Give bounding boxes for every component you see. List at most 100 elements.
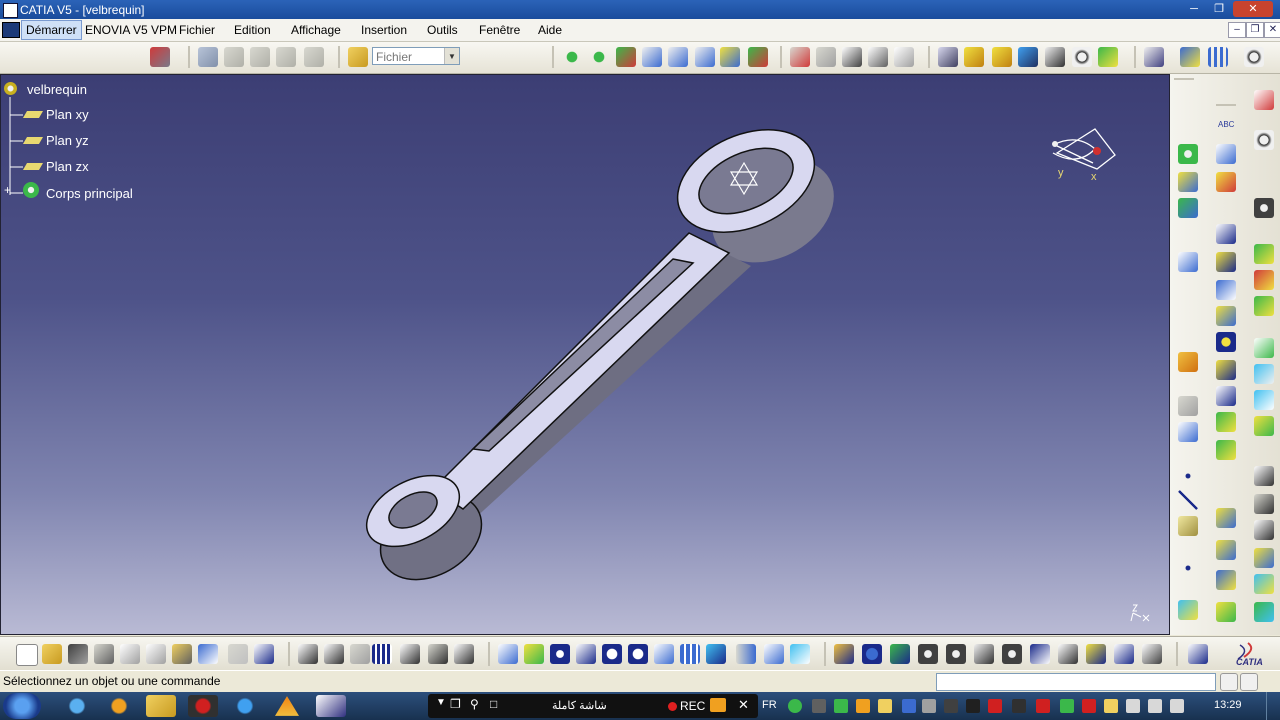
tray-antivirus-icon[interactable] [1082,699,1096,713]
volume-icon[interactable] [1170,699,1184,713]
grid-plain-icon[interactable] [1142,644,1162,664]
rules-icon[interactable] [250,47,270,67]
catia-app-icon[interactable] [3,3,18,18]
sketch-plane-icon[interactable] [1178,422,1198,442]
replace-face-icon[interactable] [1254,416,1274,436]
hide-show-icon[interactable] [790,47,810,67]
gears-icon[interactable] [1002,644,1022,664]
translate-icon[interactable] [1254,466,1274,486]
rotate-icon[interactable] [1254,494,1274,514]
constraint-icon[interactable] [616,47,636,67]
mirror-icon[interactable] [1216,412,1236,432]
symmetry-icon[interactable] [1254,520,1274,540]
pan-icon[interactable] [550,644,570,664]
camera-icon[interactable] [710,698,726,712]
properties-icon[interactable] [842,47,862,67]
new-document-icon[interactable] [16,644,38,666]
network-icon[interactable] [1148,699,1162,713]
close-recorder-icon[interactable]: ✕ [738,697,749,713]
shell-icon[interactable] [1254,338,1274,358]
analysis-icon[interactable] [1180,47,1200,67]
search-icon[interactable]: ⚲ [470,697,479,711]
thread-icon[interactable] [1254,364,1274,384]
wireframe-icon[interactable] [1045,47,1065,67]
zoom-area-icon[interactable] [1244,47,1264,67]
axis-system-icon[interactable] [1216,570,1236,590]
menu-insertion[interactable]: Insertion [361,23,407,37]
tray-app-icon[interactable] [788,699,802,713]
user-pattern-icon[interactable] [1254,548,1274,568]
ie-icon[interactable] [62,695,92,717]
angle-icon[interactable] [668,47,688,67]
point-icon[interactable] [1178,466,1198,486]
knowledge-icon[interactable] [224,47,244,67]
document-icon[interactable] [2,22,20,38]
zoom-in-icon[interactable] [602,644,622,664]
stamp-icon[interactable] [1086,644,1106,664]
hole-icon[interactable] [1216,306,1236,326]
undo-icon[interactable] [198,644,218,664]
split-icon[interactable] [1216,386,1236,406]
recorder-icon[interactable] [188,695,218,717]
line-icon[interactable] [1178,490,1198,510]
sketch-arrow-icon[interactable] [1216,144,1236,164]
bluetooth-icon[interactable] [902,699,916,713]
scaling-icon[interactable] [1216,508,1236,528]
swap-icon[interactable] [816,47,836,67]
menu-affichage[interactable]: Affichage [291,23,341,37]
formula-icon[interactable] [298,644,318,664]
catia-taskbar-icon[interactable] [316,695,346,717]
iso-view-icon[interactable] [706,644,726,664]
grid-icon[interactable] [1208,47,1228,67]
gear-secondary-icon[interactable] [946,644,966,664]
menu-fichier[interactable]: Fichier [179,23,215,37]
tray-settings-icon[interactable] [944,699,958,713]
rec-label[interactable]: REC [680,699,705,713]
doc-restore-icon[interactable]: ❐ [1246,22,1264,38]
fly-mode-icon[interactable] [498,644,518,664]
tools-icon[interactable] [1144,47,1164,67]
tray-cam-icon[interactable] [966,699,980,713]
fit-all-icon[interactable] [524,644,544,664]
view-mode-icon[interactable] [1018,47,1038,67]
vlc-icon[interactable] [275,696,299,716]
restore-window-icon[interactable]: ❐ [450,697,461,711]
tray-monitor-icon[interactable] [812,699,826,713]
help-icon[interactable] [894,47,914,67]
windows-start-icon[interactable] [3,693,41,719]
language-indicator[interactable]: FR [762,699,777,711]
menu-edition[interactable]: Edition [234,23,271,37]
apply-material-icon[interactable] [748,47,768,67]
sketcher-icon[interactable] [1178,252,1198,272]
join-icon[interactable] [1216,602,1236,622]
draft-icon[interactable] [1254,296,1274,316]
select-arrow-icon[interactable] [1178,352,1198,372]
spline-icon[interactable] [1114,644,1134,664]
tray-black-icon[interactable] [1012,699,1026,713]
table-icon[interactable] [372,644,392,664]
minimize-icon[interactable]: ─ [1183,1,1205,17]
menu-outils[interactable]: Outils [427,23,458,37]
tray-green-icon[interactable] [834,699,848,713]
affinity-icon[interactable] [1216,540,1236,560]
explorer-folder-icon[interactable] [146,695,176,717]
chevron-down-icon[interactable]: ▼ [444,48,459,64]
close-icon[interactable]: ✕ [1233,1,1273,17]
swap-space-icon[interactable] [790,644,810,664]
show-desktop-button[interactable] [1266,692,1280,720]
shaft-icon[interactable] [1216,252,1236,272]
catalog-browser-icon[interactable] [834,644,854,664]
file-select[interactable]: Fichier ▼ [372,47,460,65]
catalog-icon[interactable] [198,47,218,67]
workbench-icon[interactable] [150,47,170,67]
crop-icon[interactable]: □ [490,697,497,711]
copy-icon[interactable] [146,644,166,664]
globe-icon[interactable] [862,644,882,664]
doc-close-icon[interactable]: ✕ [1264,22,1280,38]
command-input[interactable] [936,673,1216,691]
shading-edges-icon[interactable] [964,47,984,67]
tray-warning-icon[interactable] [1104,699,1118,713]
pattern-icon[interactable] [1216,440,1236,460]
save-icon[interactable] [68,644,88,664]
media-player-icon[interactable] [104,695,134,717]
